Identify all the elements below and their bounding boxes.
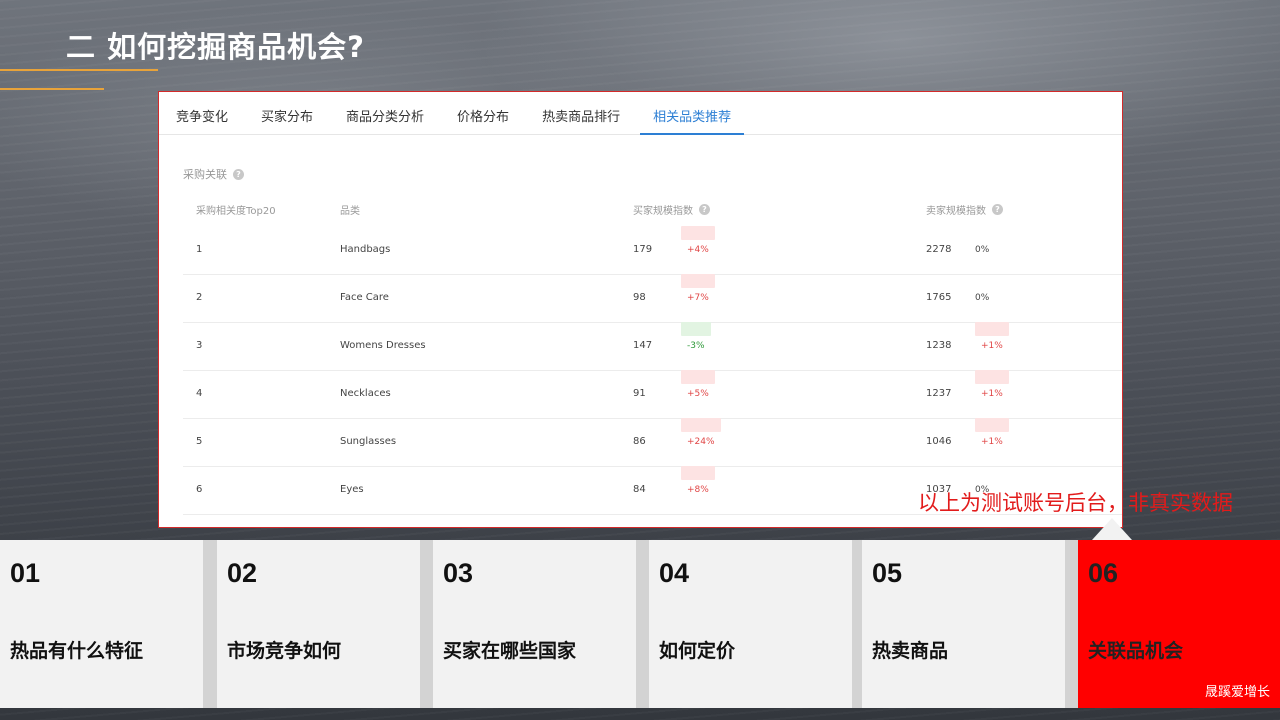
nav-card-number: 06 xyxy=(1088,558,1119,588)
row-buyer-index: 91 xyxy=(633,388,646,399)
tab-category-analysis[interactable]: 商品分类分析 xyxy=(346,92,424,134)
row-category: Handbags xyxy=(340,244,391,255)
row-rank: 2 xyxy=(196,292,203,303)
nav-card-04[interactable]: 04 如何定价 xyxy=(649,540,852,708)
accent-line-long xyxy=(0,69,158,71)
nav-card-number: 04 xyxy=(659,558,690,588)
row-seller-index: 1238 xyxy=(926,340,952,351)
row-seller-index: 1765 xyxy=(926,292,952,303)
help-icon[interactable]: ? xyxy=(992,204,1003,215)
row-seller-index: 2278 xyxy=(926,244,952,255)
help-icon[interactable]: ? xyxy=(699,204,710,215)
nav-card-number: 05 xyxy=(872,558,903,588)
header-seller-index-label: 卖家规模指数 xyxy=(926,206,986,217)
nav-card-label: 如何定价 xyxy=(659,640,736,662)
table-row[interactable]: 4 Necklaces 91 +5% 1237 +1% xyxy=(183,370,1122,419)
tab-hot-products-ranking[interactable]: 热卖商品排行 xyxy=(542,92,620,134)
row-category: Necklaces xyxy=(340,388,391,399)
row-buyer-change-badge: +5% xyxy=(681,370,715,399)
active-pointer-arrow xyxy=(1092,518,1132,540)
nav-card-03[interactable]: 03 买家在哪些国家 xyxy=(433,540,636,708)
nav-card-number: 01 xyxy=(10,558,41,588)
nav-card-label: 热品有什么特征 xyxy=(10,640,144,662)
help-icon[interactable]: ? xyxy=(233,168,244,180)
row-seller-change-badge: +1% xyxy=(975,370,1009,399)
header-category-label: 品类 xyxy=(340,206,360,217)
disclaimer-text: 以上为测试账号后台，非真实数据 xyxy=(918,492,1233,515)
nav-card-label: 市场竞争如何 xyxy=(227,640,342,662)
row-buyer-index: 98 xyxy=(633,292,646,303)
row-rank: 6 xyxy=(196,484,203,495)
header-buyer-index-label: 买家规模指数 xyxy=(633,206,693,217)
nav-card-label: 关联品机会 xyxy=(1088,640,1184,662)
row-buyer-change-badge: +4% xyxy=(681,226,715,255)
slide-title: 二 如何挖掘商品机会? xyxy=(66,30,365,64)
header-seller-index: 卖家规模指数 ? xyxy=(926,202,1003,217)
nav-card-01[interactable]: 01 热品有什么特征 xyxy=(0,540,203,708)
row-buyer-change-badge: +7% xyxy=(681,274,715,303)
row-buyer-index: 86 xyxy=(633,436,646,447)
row-category: Face Care xyxy=(340,292,389,303)
nav-card-06[interactable]: 06 关联品机会 晟蹊爱增长 xyxy=(1078,540,1280,708)
header-category: 品类 xyxy=(340,202,360,217)
tab-related-category[interactable]: 相关品类推荐 xyxy=(640,92,745,135)
row-buyer-change-badge: -3% xyxy=(681,322,711,351)
row-buyer-index: 179 xyxy=(633,244,653,255)
row-seller-change-badge: 0% xyxy=(975,293,990,303)
nav-card-02[interactable]: 02 市场竞争如何 xyxy=(217,540,420,708)
nav-card-label: 热卖商品 xyxy=(872,640,949,662)
row-rank: 1 xyxy=(196,244,203,255)
accent-line-short xyxy=(0,88,104,90)
tab-bar: 竞争变化 买家分布 商品分类分析 价格分布 热卖商品排行 相关品类推荐 xyxy=(159,92,1122,135)
row-buyer-change-badge: +24% xyxy=(681,418,721,447)
table-row[interactable]: 2 Face Care 98 +7% 1765 0% xyxy=(183,274,1122,323)
section-title: 采购关联 ? xyxy=(183,166,244,182)
row-rank: 4 xyxy=(196,388,203,399)
row-category: Sunglasses xyxy=(340,436,397,447)
row-seller-change-badge: 0% xyxy=(975,485,990,495)
nav-card-number: 03 xyxy=(443,558,474,588)
nav-card-05[interactable]: 05 热卖商品 xyxy=(862,540,1065,708)
header-rank-label: 采购相关度Top20 xyxy=(196,206,276,217)
row-seller-index: 1237 xyxy=(926,388,952,399)
row-seller-change-badge: 0% xyxy=(975,245,990,255)
row-rank: 3 xyxy=(196,340,203,351)
tab-competition-change[interactable]: 竞争变化 xyxy=(176,92,228,134)
table-row[interactable]: 5 Sunglasses 86 +24% 1046 +1% xyxy=(183,418,1122,467)
row-buyer-index: 147 xyxy=(633,340,653,351)
row-seller-index: 1046 xyxy=(926,436,952,447)
nav-card-number: 02 xyxy=(227,558,258,588)
row-category: Womens Dresses xyxy=(340,340,426,351)
nav-card-label: 买家在哪些国家 xyxy=(443,640,577,662)
dashboard-screenshot: 竞争变化 买家分布 商品分类分析 价格分布 热卖商品排行 相关品类推荐 采购关联… xyxy=(158,91,1123,528)
section-title-text: 采购关联 xyxy=(183,168,227,181)
row-seller-change-badge: +1% xyxy=(975,418,1009,447)
brand-watermark: 晟蹊爱增长 xyxy=(1204,685,1270,700)
row-buyer-change-badge: +8% xyxy=(681,466,715,495)
header-buyer-index: 买家规模指数 ? xyxy=(633,202,710,217)
table-row[interactable]: 1 Handbags 179 +4% 2278 0% xyxy=(183,226,1122,275)
tab-buyer-distribution[interactable]: 买家分布 xyxy=(261,92,313,134)
tab-price-distribution[interactable]: 价格分布 xyxy=(457,92,509,134)
section-nav: 01 热品有什么特征 02 市场竞争如何 03 买家在哪些国家 04 如何定价 … xyxy=(0,540,1280,708)
row-seller-change-badge: +1% xyxy=(975,322,1009,351)
table-row[interactable]: 3 Womens Dresses 147 -3% 1238 +1% xyxy=(183,322,1122,371)
header-rank: 采购相关度Top20 xyxy=(196,202,276,217)
row-buyer-index: 84 xyxy=(633,484,646,495)
row-category: Eyes xyxy=(340,484,364,495)
row-rank: 5 xyxy=(196,436,203,447)
